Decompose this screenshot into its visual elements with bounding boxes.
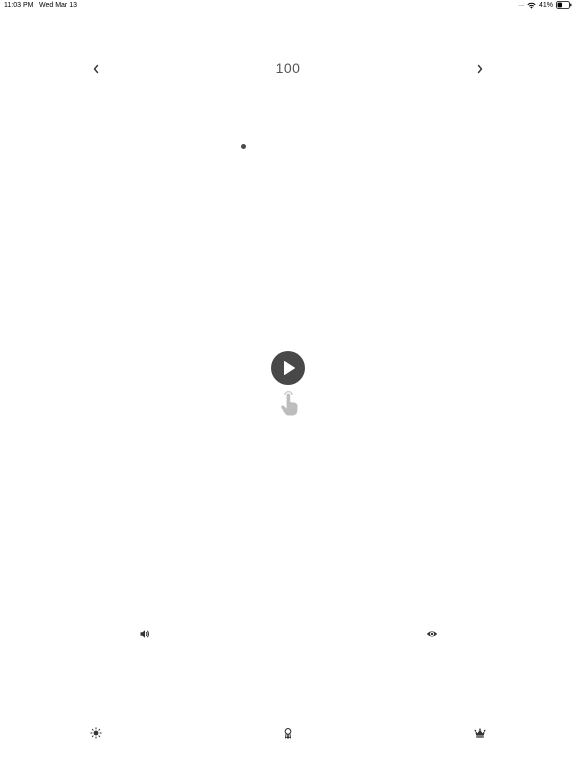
game-dot: [241, 144, 246, 149]
next-level-button[interactable]: [472, 61, 488, 77]
premium-button[interactable]: [474, 727, 486, 739]
wifi-icon: [527, 2, 536, 9]
sun-icon: [90, 727, 102, 739]
battery-icon: [556, 1, 572, 9]
status-indicators: ..... 41%: [518, 1, 572, 9]
status-time: 11:03 PM: [4, 2, 34, 9]
play-icon: [284, 361, 295, 375]
play-button[interactable]: [271, 351, 305, 385]
award-ribbon-icon: [284, 728, 292, 739]
speaker-icon: [140, 630, 149, 638]
eye-icon: [426, 631, 438, 637]
game-screen: 11:03 PM Wed Mar 13 ..... 41% 100: [0, 0, 576, 768]
achievements-button[interactable]: [282, 727, 294, 739]
tap-hand-icon: [277, 389, 301, 417]
level-number: 100: [275, 60, 301, 76]
status-bar: 11:03 PM Wed Mar 13 ..... 41%: [0, 0, 576, 12]
signal-dots: .....: [518, 2, 524, 8]
sound-toggle-button[interactable]: [139, 628, 151, 640]
visibility-toggle-button[interactable]: [426, 628, 438, 640]
chevron-right-icon: [477, 64, 483, 74]
chevron-left-icon: [93, 64, 99, 74]
brightness-button[interactable]: [90, 727, 102, 739]
crown-icon: [474, 728, 486, 738]
previous-level-button[interactable]: [88, 61, 104, 77]
status-date: Wed Mar 13: [39, 2, 77, 9]
battery-percent: 41%: [538, 1, 553, 9]
